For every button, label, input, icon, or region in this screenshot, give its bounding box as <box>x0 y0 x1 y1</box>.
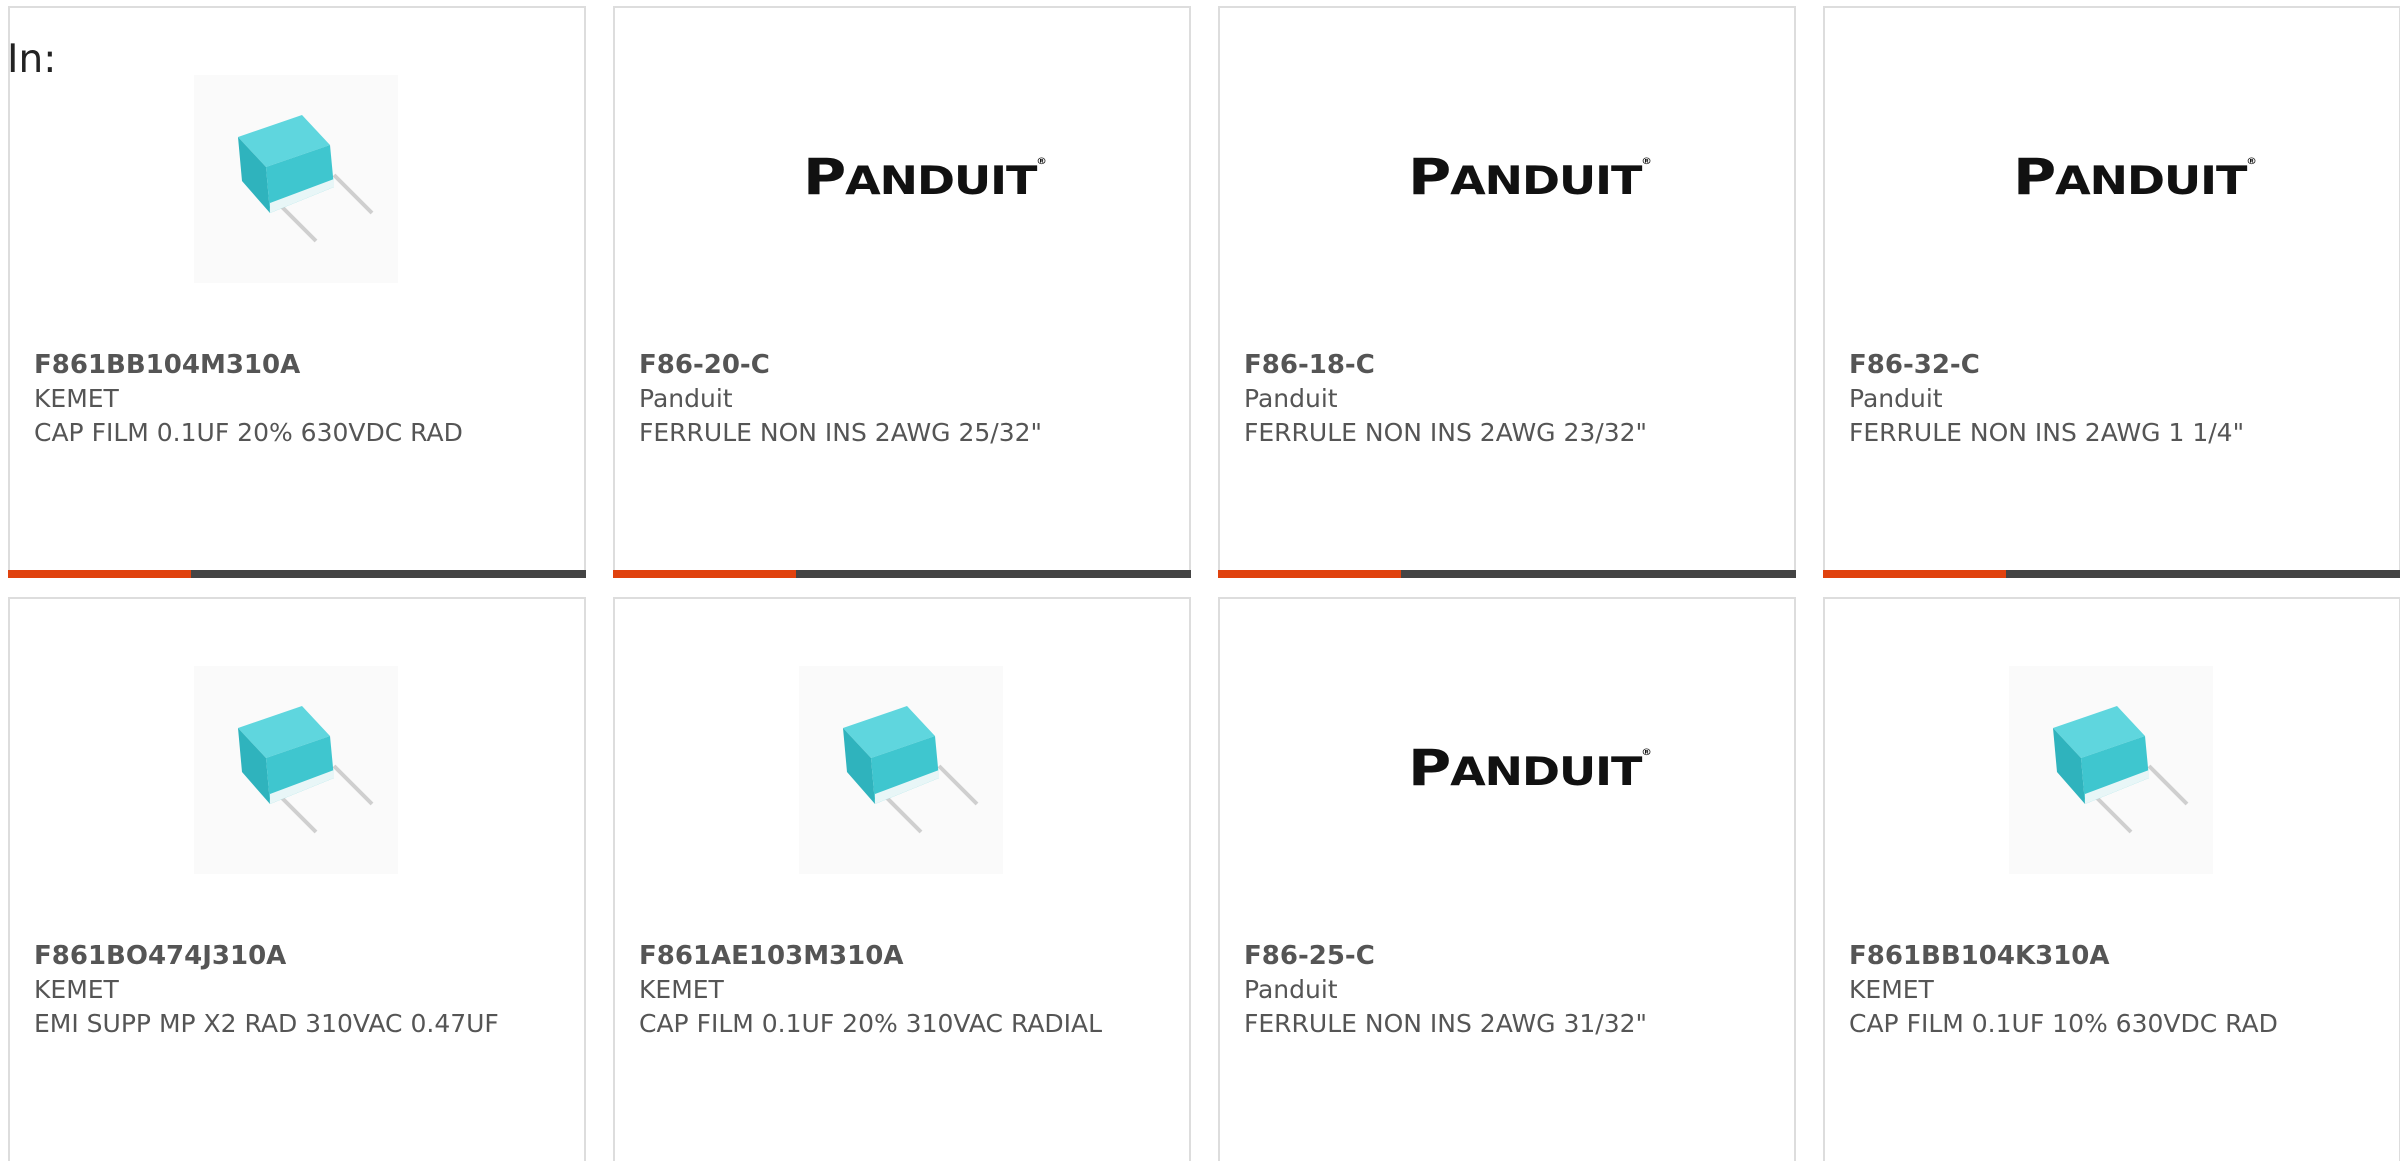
part-number-link[interactable]: F86-18-C <box>1244 348 1770 382</box>
card-bottom-bar <box>613 570 1191 578</box>
product-description: CAP FILM 0.1UF 10% 630VDC RAD <box>1849 1009 2278 1038</box>
logo-letter: P <box>1408 148 1451 206</box>
product-card[interactable]: PANDUIT® F86-18-C Panduit FERRULE NON INS … <box>1218 6 1796 578</box>
registered-mark: ® <box>1036 157 1047 167</box>
capacitor-image <box>2009 666 2213 874</box>
logo-letter: P <box>1408 739 1451 797</box>
in-label: In: <box>7 37 57 82</box>
product-info: F86-25-C Panduit FERRULE NON INS 2AWG 31/3… <box>1244 939 1770 1041</box>
product-card[interactable]: F861BO474J310A KEMET EMI SUPP MP X2 RAD 31… <box>8 597 586 1161</box>
logo-text: ANDUIT <box>2055 159 2247 204</box>
card-bottom-bar <box>8 570 586 578</box>
product-info: F86-32-C Panduit FERRULE NON INS 2AWG 1 1/… <box>1849 348 2375 450</box>
product-info: F861BB104K310A KEMET CAP FILM 0.1UF 10% 63… <box>1849 939 2375 1041</box>
part-number-link[interactable]: F861BB104K310A <box>1849 939 2375 973</box>
card-bottom-bar <box>1218 570 1796 578</box>
capacitor-icon <box>2053 706 2189 834</box>
manufacturer: KEMET <box>34 975 119 1004</box>
manufacturer: Panduit <box>1849 384 1943 413</box>
capacitor-icon <box>238 115 374 243</box>
manufacturer: Panduit <box>1244 975 1338 1004</box>
product-info: F861BB104M310A KEMET CAP FILM 0.1UF 20% 63… <box>34 348 560 450</box>
product-description: CAP FILM 0.1UF 20% 310VAC RADIAL <box>639 1009 1103 1038</box>
logo-text: ANDUIT <box>1450 750 1642 795</box>
part-number-link[interactable]: F861BB104M310A <box>34 348 560 382</box>
capacitor-image <box>194 75 398 283</box>
product-image-area[interactable]: PANDUIT® <box>1220 599 1794 939</box>
product-card[interactable]: PANDUIT® F86-20-C Panduit FERRULE NON INS … <box>613 6 1191 578</box>
product-image-area[interactable]: PANDUIT® <box>615 8 1189 348</box>
product-image-area[interactable]: PANDUIT® <box>1220 8 1794 348</box>
product-description: FERRULE NON INS 2AWG 23/32" <box>1244 418 1648 447</box>
product-card[interactable]: F861BB104M310A KEMET CAP FILM 0.1UF 20% 63… <box>8 6 586 578</box>
panduit-logo: PANDUIT® <box>1408 152 1652 204</box>
logo-letter: P <box>2013 148 2056 206</box>
manufacturer: Panduit <box>1244 384 1338 413</box>
product-description: FERRULE NON INS 2AWG 25/32" <box>639 418 1043 447</box>
card-accent-bar <box>1823 570 2006 578</box>
product-card[interactable]: F861AE103M310A KEMET CAP FILM 0.1UF 20% 31… <box>613 597 1191 1161</box>
product-image-area[interactable] <box>10 8 584 348</box>
capacitor-image <box>799 666 1003 874</box>
card-accent-bar <box>8 570 191 578</box>
capacitor-image <box>194 666 398 874</box>
product-description: FERRULE NON INS 2AWG 1 1/4" <box>1849 418 2245 447</box>
product-card[interactable]: PANDUIT® F86-25-C Panduit FERRULE NON INS … <box>1218 597 1796 1161</box>
logo-text: ANDUIT <box>845 159 1037 204</box>
registered-mark: ® <box>1641 157 1652 167</box>
registered-mark: ® <box>1641 748 1652 758</box>
product-grid: F861BB104M310A KEMET CAP FILM 0.1UF 20% 63… <box>8 6 2400 1161</box>
part-number-link[interactable]: F861AE103M310A <box>639 939 1165 973</box>
product-description: CAP FILM 0.1UF 20% 630VDC RAD <box>34 418 463 447</box>
product-info: F861BO474J310A KEMET EMI SUPP MP X2 RAD 31… <box>34 939 560 1041</box>
card-bottom-bar <box>1823 570 2400 578</box>
logo-text: ANDUIT <box>1450 159 1642 204</box>
product-image-area[interactable] <box>615 599 1189 939</box>
product-image-area[interactable] <box>10 599 584 939</box>
part-number-link[interactable]: F86-32-C <box>1849 348 2375 382</box>
part-number-link[interactable]: F86-20-C <box>639 348 1165 382</box>
card-accent-bar <box>613 570 796 578</box>
panduit-logo: PANDUIT® <box>2013 152 2257 204</box>
manufacturer: Panduit <box>639 384 733 413</box>
card-accent-bar <box>1218 570 1401 578</box>
manufacturer: KEMET <box>1849 975 1934 1004</box>
logo-letter: P <box>803 148 846 206</box>
product-info: F86-18-C Panduit FERRULE NON INS 2AWG 23/3… <box>1244 348 1770 450</box>
product-card[interactable]: PANDUIT® F86-32-C Panduit FERRULE NON INS … <box>1823 6 2400 578</box>
manufacturer: KEMET <box>639 975 724 1004</box>
part-number-link[interactable]: F861BO474J310A <box>34 939 560 973</box>
capacitor-icon <box>843 706 979 834</box>
manufacturer: KEMET <box>34 384 119 413</box>
product-description: FERRULE NON INS 2AWG 31/32" <box>1244 1009 1648 1038</box>
panduit-logo: PANDUIT® <box>803 152 1047 204</box>
product-description: EMI SUPP MP X2 RAD 310VAC 0.47UF <box>34 1009 499 1038</box>
product-info: F86-20-C Panduit FERRULE NON INS 2AWG 25/3… <box>639 348 1165 450</box>
panduit-logo: PANDUIT® <box>1408 743 1652 795</box>
product-image-area[interactable] <box>1825 599 2399 939</box>
product-card[interactable]: F861BB104K310A KEMET CAP FILM 0.1UF 10% 63… <box>1823 597 2400 1161</box>
registered-mark: ® <box>2246 157 2257 167</box>
part-number-link[interactable]: F86-25-C <box>1244 939 1770 973</box>
product-grid-page: In: F861BB104M310A KEMET CAP FILM 0.1UF 20… <box>0 0 2400 1161</box>
capacitor-icon <box>238 706 374 834</box>
product-image-area[interactable]: PANDUIT® <box>1825 8 2399 348</box>
product-info: F861AE103M310A KEMET CAP FILM 0.1UF 20% 31… <box>639 939 1165 1041</box>
